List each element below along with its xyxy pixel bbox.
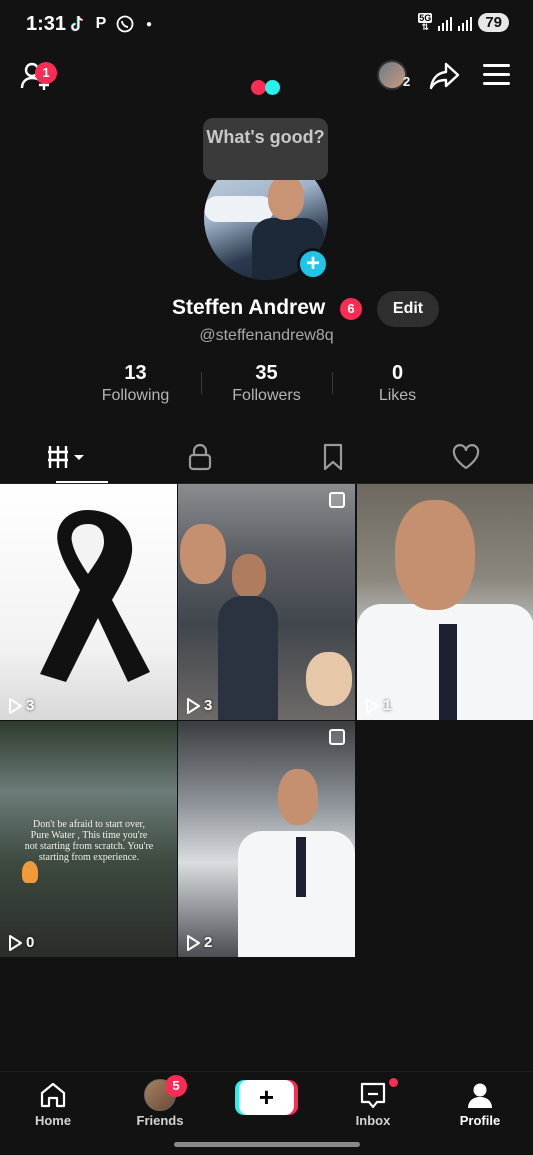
network-type: 5G ⇅ xyxy=(418,12,433,32)
p-icon: P xyxy=(95,15,107,32)
video-thumbnail[interactable]: 3 xyxy=(0,484,177,720)
battery-icon: 79 xyxy=(478,13,509,32)
play-icon xyxy=(9,697,22,714)
create-button[interactable]: + xyxy=(239,1080,294,1115)
profile-stats: 13 Following 35 Followers 0 Likes xyxy=(70,362,463,410)
video-caption-overlay: Don't be afraid to start over, Pure Wate… xyxy=(24,819,154,863)
view-count: 3 xyxy=(8,697,34,714)
display-name: Steffen Andrew xyxy=(172,296,326,319)
menu-button[interactable] xyxy=(483,64,510,86)
tab-liked[interactable] xyxy=(400,430,533,483)
followers-stat[interactable]: 35 Followers xyxy=(201,362,332,410)
share-icon xyxy=(429,62,460,90)
whatsapp-icon xyxy=(116,14,134,34)
home-icon xyxy=(40,1082,66,1108)
fireplace-image xyxy=(22,861,38,883)
notification-badge: 1 xyxy=(35,62,57,84)
add-friend-button[interactable]: 1 xyxy=(20,60,57,96)
play-icon xyxy=(187,697,200,714)
view-count: 1 xyxy=(365,697,391,714)
play-icon xyxy=(366,697,379,714)
status-note-bubble[interactable]: What's good? xyxy=(203,118,328,180)
nav-home[interactable]: Home xyxy=(8,1072,98,1134)
system-status: 5G ⇅ 79 xyxy=(418,12,509,32)
plus-icon: + xyxy=(305,250,320,277)
name-badge: 6 xyxy=(340,298,362,320)
tab-saved[interactable] xyxy=(267,430,400,483)
unread-dot xyxy=(389,1078,398,1087)
signal-icon xyxy=(438,15,453,31)
play-icon xyxy=(9,934,22,951)
dot-icon: ● xyxy=(145,18,153,30)
likes-stat[interactable]: 0 Likes xyxy=(332,362,463,410)
inbox-icon xyxy=(360,1082,386,1109)
home-indicator[interactable] xyxy=(174,1142,360,1147)
tab-private[interactable] xyxy=(133,430,266,483)
clock: 1:31 xyxy=(26,13,67,35)
profile-tabs xyxy=(0,430,533,484)
view-count: 3 xyxy=(186,697,212,714)
black-ribbon-image xyxy=(40,510,150,682)
heart-icon xyxy=(453,443,480,469)
video-thumbnail[interactable]: 2 xyxy=(178,721,355,957)
carousel-icon xyxy=(329,729,345,745)
video-thumbnail[interactable]: 1 xyxy=(357,484,533,720)
tiktok-icon xyxy=(68,14,86,34)
tab-videos[interactable] xyxy=(0,430,133,483)
notification-icons: P ● xyxy=(68,14,158,34)
video-thumbnail[interactable]: 3 xyxy=(178,484,355,720)
friends-badge: 5 xyxy=(165,1075,187,1097)
plus-icon: + xyxy=(258,1082,275,1112)
tiktok-logo-icon xyxy=(251,80,280,95)
profile-icon xyxy=(468,1083,492,1108)
name-row: Steffen Andrew 6 Edit xyxy=(0,291,533,327)
add-photo-button[interactable]: + xyxy=(297,248,329,280)
play-icon xyxy=(187,934,200,951)
view-count: 2 xyxy=(186,934,212,951)
edit-profile-button[interactable]: Edit xyxy=(377,291,439,327)
top-nav: 1 2 xyxy=(0,50,533,110)
share-profile-button[interactable] xyxy=(428,60,460,92)
carousel-icon xyxy=(329,492,345,508)
videos-grid-icon xyxy=(47,445,84,468)
nav-inbox[interactable]: Inbox xyxy=(328,1072,418,1134)
status-bar: 1:31 P ● 5G ⇅ 79 xyxy=(0,0,533,50)
video-thumbnail[interactable]: Don't be afraid to start over, Pure Wate… xyxy=(0,721,177,957)
view-count: 0 xyxy=(8,934,34,951)
lock-icon xyxy=(188,443,211,470)
following-stat[interactable]: 13 Following xyxy=(70,362,201,410)
nav-profile[interactable]: Profile xyxy=(435,1072,525,1134)
account-count: 2 xyxy=(403,74,411,89)
username: @steffenandrew8q xyxy=(199,327,334,344)
bookmark-icon xyxy=(324,443,343,470)
signal-icon-2 xyxy=(458,15,473,31)
nav-friends[interactable]: 5 Friends xyxy=(115,1072,205,1134)
